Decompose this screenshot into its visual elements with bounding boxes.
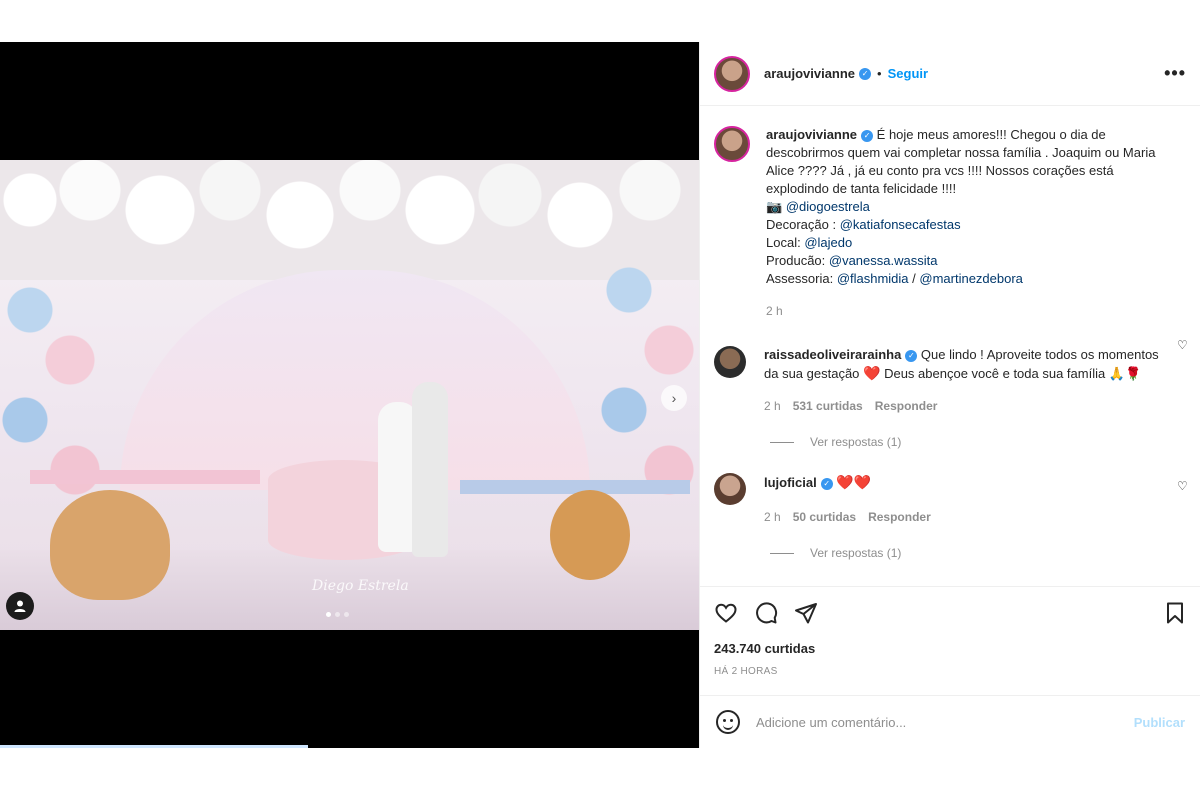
local-label: Local: [766,235,805,250]
post-header: araujovivianne ✓ • Seguir ••• [700,42,1200,106]
comment-likes[interactable]: 50 curtidas [793,508,856,526]
teddy-bear-right [550,490,630,580]
comment-icon[interactable] [754,601,778,625]
comments-list[interactable]: araujovivianne ✓ É hoje meus amores!!! Ch… [700,106,1200,586]
caption-time[interactable]: 2 h [766,302,783,320]
carousel-dots [326,612,349,617]
reply-button[interactable]: Responder [868,508,931,526]
comment-composer: Publicar [700,695,1200,748]
post-like-count[interactable]: 243.740 curtidas [714,641,1187,656]
commenter-username[interactable]: lujoficial [764,475,817,490]
more-options-icon[interactable]: ••• [1164,63,1186,84]
replies-line [770,441,794,443]
reply-button[interactable]: Responder [875,397,938,415]
production-label: Producão: [766,253,829,268]
replies-line [770,552,794,554]
commenter-avatar[interactable] [714,346,746,378]
caption-meta: 2 h [766,302,1166,320]
comment-body: raissadeoliveirarainha ✓ Que lindo ! Apro… [764,346,1164,415]
carousel-dot [335,612,340,617]
pray-rose-emoji: 🙏🌹 [1108,366,1142,381]
party-backdrop [120,270,590,490]
next-photo-button[interactable]: › [661,385,687,411]
commenter-avatar[interactable] [714,473,746,505]
emoji-icon[interactable] [716,710,740,734]
verified-badge-icon: ✓ [820,477,833,490]
person-man [412,382,448,557]
post-media: Diego Estrela › [0,42,699,748]
post-window: Diego Estrela › araujovivianne ✓ • Segui… [0,42,1200,748]
verified-badge-icon: ✓ [859,67,872,80]
red-hearts-emoji: ❤️❤️ [836,474,872,490]
comment-input[interactable] [756,714,1134,730]
comment-likes[interactable]: 531 curtidas [793,397,863,415]
publish-button[interactable]: Publicar [1134,715,1185,730]
action-icons [714,601,1187,625]
comment-text-cont: Deus abençoe você e toda sua família [880,366,1109,381]
mention-advisory-1[interactable]: @flashmidia [837,271,909,286]
teddy-bear-left [50,490,170,600]
verified-badge-icon: ✓ [861,129,874,142]
couple [378,382,448,572]
caption-author[interactable]: araujovivianne [766,127,857,142]
chevron-right-icon: › [671,390,677,406]
carousel-dot [344,612,349,617]
comment-time[interactable]: 2 h [764,397,781,415]
page-scroll-strip [0,745,308,748]
mention-advisory-2[interactable]: @martinezdebora [919,271,1023,286]
view-replies-button[interactable]: Ver respostas (1) [770,546,1200,560]
advisory-separator: / [908,271,920,286]
carousel-dot [326,612,331,617]
view-replies-button[interactable]: Ver respostas (1) [770,435,1200,449]
advisory-label: Assessoria: [766,271,837,286]
comment-body: lujoficial ✓ ❤️❤️ 2 h 50 curtidas Respond… [764,473,1164,526]
mention-production[interactable]: @vanessa.wassita [829,253,938,268]
comment-time[interactable]: 2 h [764,508,781,526]
author-username[interactable]: araujovivianne [764,66,855,81]
bookmark-icon[interactable] [1163,601,1187,625]
comment-meta: 2 h 531 curtidas Responder [764,397,1164,415]
author-avatar[interactable] [714,55,750,92]
comment-item: lujoficial ✓ ❤️❤️ 2 h 50 curtidas Respond… [700,449,1200,526]
like-comment-heart-icon[interactable]: ♡ [1177,479,1189,493]
dessert-table-left [30,470,260,484]
share-icon[interactable] [794,601,818,625]
caption: araujovivianne ✓ É hoje meus amores!!! Ch… [700,106,1200,320]
mention-local[interactable]: @lajedo [804,235,852,250]
decor-label: Decoração : [766,217,840,232]
tagged-users-button[interactable] [6,592,34,620]
red-heart-emoji: ❤️ [863,365,881,381]
verified-badge-icon: ✓ [905,349,918,362]
commenter-username[interactable]: raissadeoliveirarainha [764,347,901,362]
mention-photographer[interactable]: @diogoestrela [786,199,870,214]
caption-avatar[interactable] [714,126,750,162]
view-replies-label: Ver respostas (1) [810,435,902,449]
heart-icon[interactable] [714,601,738,625]
post-photo[interactable]: Diego Estrela › [0,160,699,630]
camera-icon: 📷 [766,199,783,214]
separator-dot: • [877,66,882,81]
view-replies-label: Ver respostas (1) [810,546,902,560]
follow-button[interactable]: Seguir [888,66,928,81]
post-sidebar: araujovivianne ✓ • Seguir ••• araujovivi… [699,42,1200,748]
post-actions: 243.740 curtidas HÁ 2 HORAS [700,586,1200,677]
user-icon [14,600,26,612]
photo-watermark: Diego Estrela [312,578,409,594]
like-comment-heart-icon[interactable]: ♡ [1177,338,1189,352]
caption-body: araujovivianne ✓ É hoje meus amores!!! Ch… [766,126,1166,320]
post-timestamp[interactable]: HÁ 2 HORAS [714,666,1187,677]
comment-meta: 2 h 50 curtidas Responder [764,508,1164,526]
mention-decor[interactable]: @katiafonsecafestas [840,217,961,232]
comment-item: raissadeoliveirarainha ✓ Que lindo ! Apro… [700,320,1200,415]
